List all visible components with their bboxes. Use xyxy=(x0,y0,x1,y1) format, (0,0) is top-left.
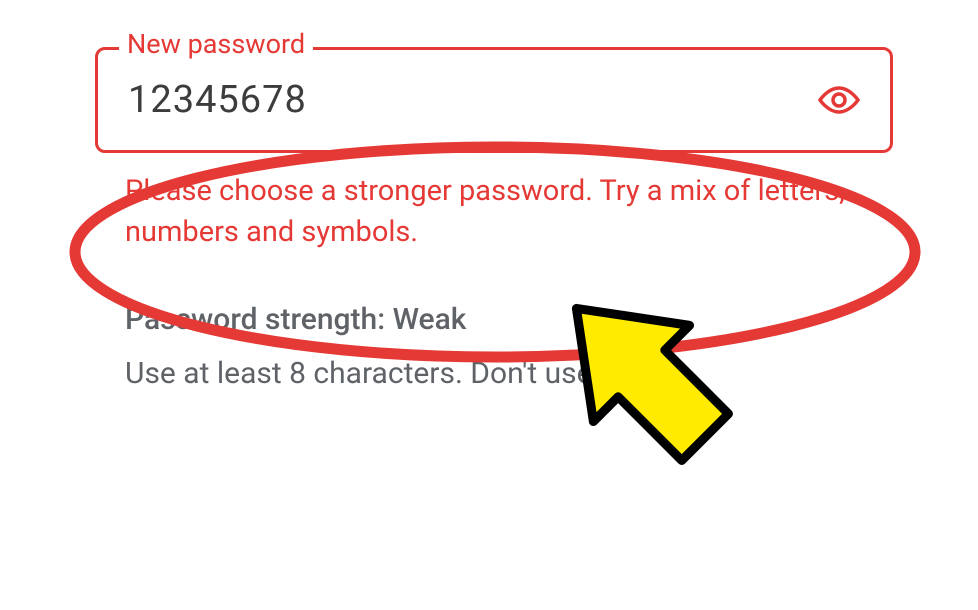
password-field-wrapper: New password 12345678 xyxy=(95,47,893,153)
password-error-message: Please choose a stronger password. Try a… xyxy=(95,171,893,252)
toggle-visibility-icon[interactable] xyxy=(816,85,862,115)
password-strength-label: Password strength: Weak xyxy=(95,302,893,337)
password-field-label: New password xyxy=(119,28,313,60)
password-hint-text: Use at least 8 characters. Don't use a xyxy=(95,351,893,396)
password-input-value: 12345678 xyxy=(128,78,820,122)
password-form-section: New password 12345678 Please choose a st… xyxy=(0,0,978,396)
new-password-input[interactable]: 12345678 xyxy=(95,47,893,153)
